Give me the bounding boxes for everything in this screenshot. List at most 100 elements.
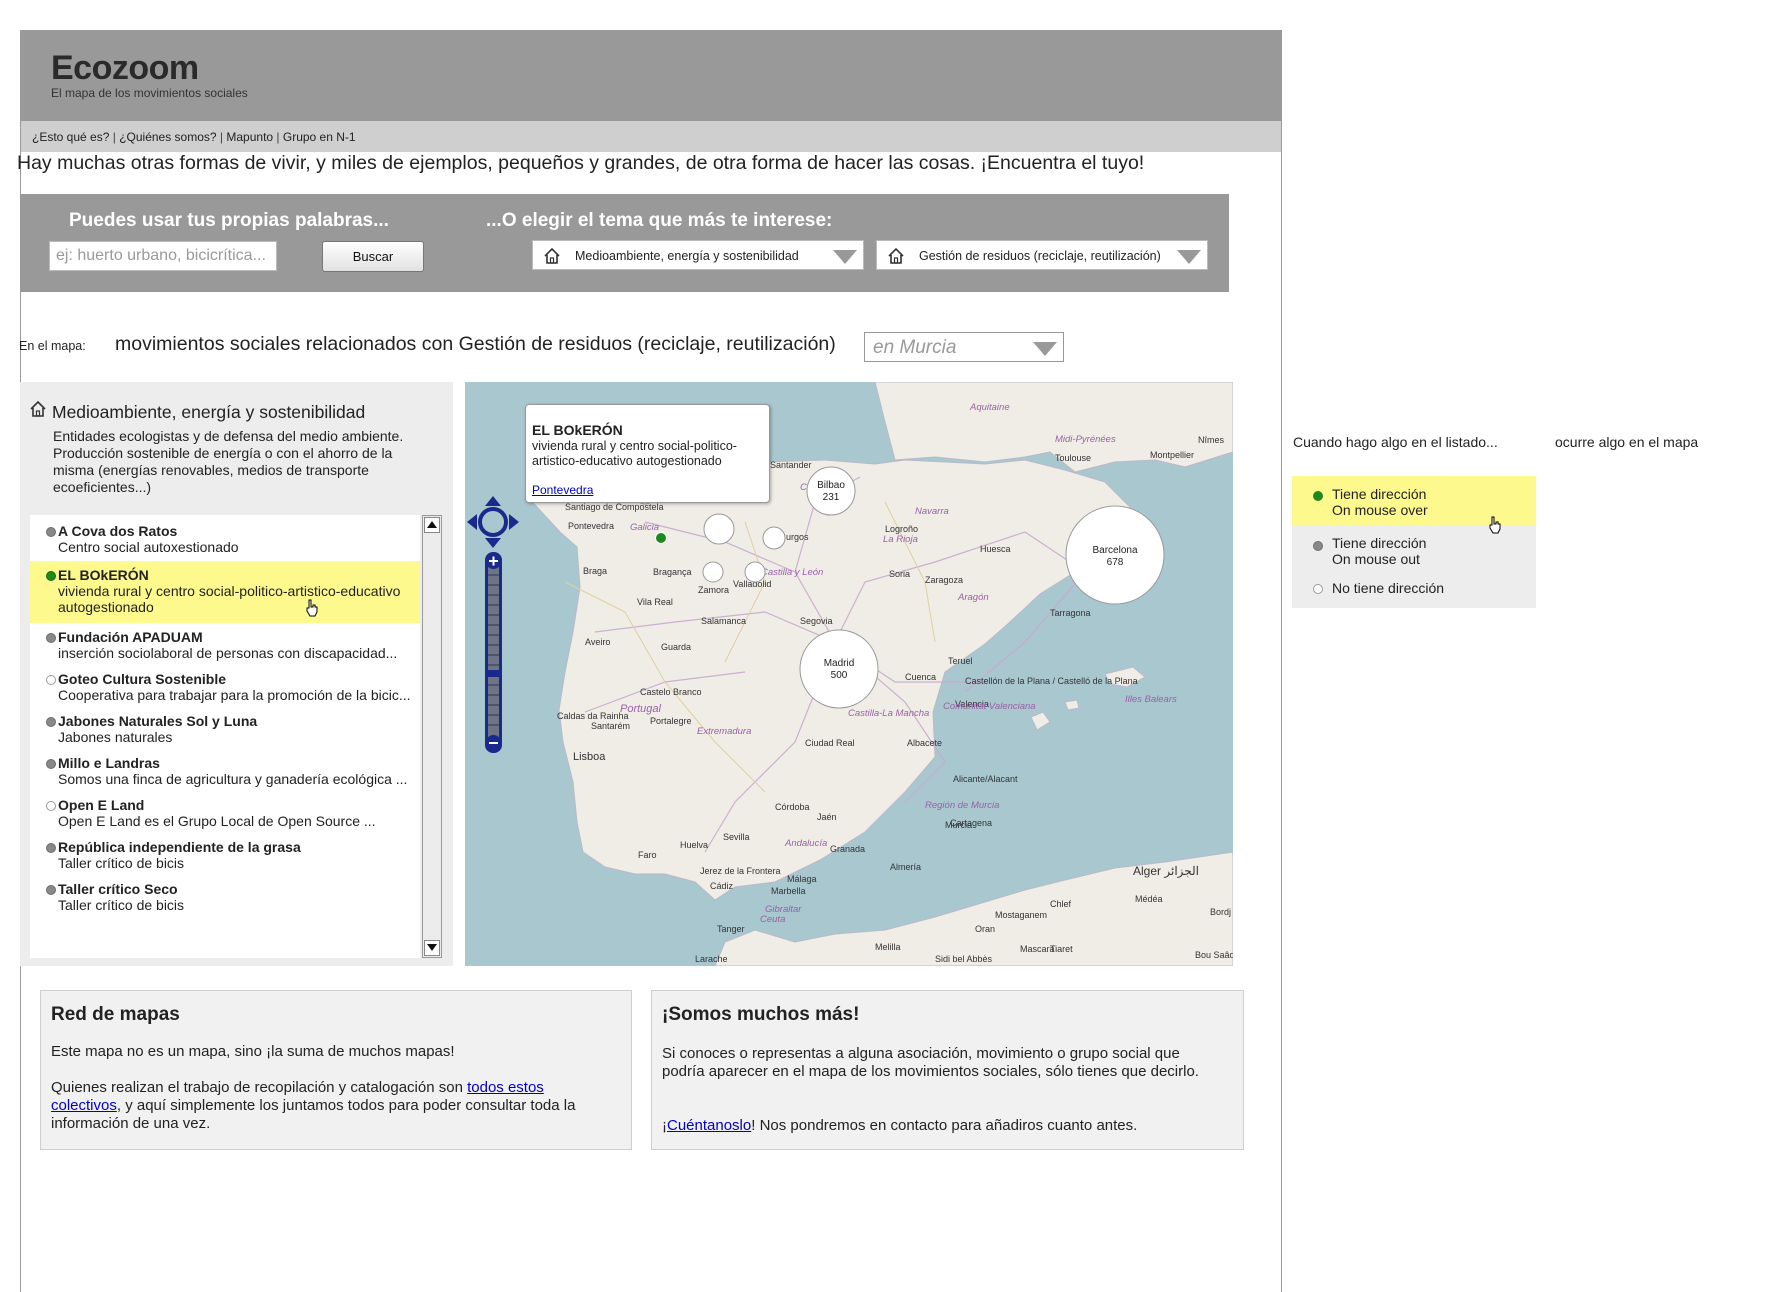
map-label: Pontevedra xyxy=(568,521,614,531)
topic-select-value: Medioambiente, energía y sostenibilidad xyxy=(575,249,799,263)
map-label: Castelo Branco xyxy=(640,687,702,697)
map-label: Lisboa xyxy=(573,751,606,763)
nav-separator: | xyxy=(273,130,283,144)
map-label: Castellón de la Plana / Castelló de la P… xyxy=(965,676,1138,686)
list-item-description: Cooperativa para trabajar para la promoc… xyxy=(58,687,411,703)
join-contact-text: ¡Cuéntanoslo! Nos pondremos en contacto … xyxy=(662,1117,1222,1135)
maps-network-collectives-text: Quienes realizan el trabajo de recopilac… xyxy=(51,1079,611,1133)
list-item[interactable]: Taller crítico Seco Taller crítico de bic… xyxy=(30,875,420,917)
status-dot-grey xyxy=(46,885,56,895)
map-region-label: Illes Balears xyxy=(1125,694,1177,705)
list-item[interactable]: República independiente de la grasa Talle… xyxy=(30,833,420,875)
map-label: Zamora xyxy=(698,585,729,595)
map-marker-cluster[interactable] xyxy=(762,526,786,550)
cluster-name: Madrid xyxy=(824,658,855,669)
home-icon xyxy=(30,400,46,417)
maps-network-title: Red de mapas xyxy=(51,1004,180,1025)
scroll-up-icon[interactable] xyxy=(424,517,440,533)
map-popup: EL BOkERÓN vivienda rural y centro socia… xyxy=(525,404,770,503)
nav-link-what[interactable]: ¿Esto qué es? xyxy=(32,130,109,144)
search-panel: Puedes usar tus propias palabras... ...O… xyxy=(20,194,1229,292)
zoom-slider[interactable] xyxy=(485,552,502,753)
list-item-description: Centro social autoxestionado xyxy=(58,539,239,555)
map-label: Cartagena xyxy=(950,818,992,828)
cluster-count: 500 xyxy=(831,670,848,681)
site-logo[interactable]: Ecozoom xyxy=(51,49,199,88)
legend-panel: Tiene dirección On mouse over Tiene dire… xyxy=(1292,476,1536,608)
list-item-description: vivienda rural y centro social-politico-… xyxy=(58,583,401,615)
map-marker-cluster[interactable] xyxy=(703,513,735,545)
region-select[interactable]: en Murcia xyxy=(864,332,1064,362)
map-label: Cádiz xyxy=(710,881,734,891)
results-panel: Medioambiente, energía y sostenibilidad … xyxy=(20,382,453,966)
map-label: Alger الجزائر xyxy=(1133,864,1199,878)
list-item[interactable]: Millo e Landras Somos una finca de agricu… xyxy=(30,749,420,791)
map-marker-selected[interactable] xyxy=(655,532,667,544)
map-region-label: Navarra xyxy=(915,506,949,517)
map-label: Tanger xyxy=(717,924,745,934)
status-dot-green xyxy=(1313,491,1323,501)
search-button[interactable]: Buscar xyxy=(322,241,424,272)
results-list: A Cova dos Ratos Centro social autoxestio… xyxy=(30,515,420,958)
map-label: Córdoba xyxy=(775,802,810,812)
map-marker-cluster[interactable] xyxy=(744,561,766,583)
map-label: Málaga xyxy=(787,874,817,884)
map-label: Aveiro xyxy=(585,637,610,647)
map-region-label: La Rioja xyxy=(883,534,918,545)
join-box: ¡Somos muchos más! Si conoces o represen… xyxy=(651,990,1244,1150)
nav-links: ¿Esto qué es? | ¿Quiénes somos? | Mapunt… xyxy=(32,130,356,144)
list-item[interactable]: EL BOkERÓN vivienda rural y centro social… xyxy=(30,561,420,623)
scroll-down-icon[interactable] xyxy=(424,940,440,956)
map-region-label: Midi-Pyrénées xyxy=(1055,434,1116,445)
map-label: Bordj Bou xyxy=(1210,907,1233,917)
contact-link[interactable]: Cuéntanoslo xyxy=(667,1117,751,1134)
popup-location-link[interactable]: Pontevedra xyxy=(532,483,593,497)
zoom-handle[interactable] xyxy=(485,670,502,677)
intro-text: Hay muchas otras formas de vivir, y mile… xyxy=(17,152,1145,174)
list-item[interactable]: A Cova dos Ratos Centro social autoxestio… xyxy=(30,515,420,561)
map-label: Tiaret xyxy=(1050,944,1073,954)
status-dot-grey xyxy=(46,759,56,769)
map-marker-cluster[interactable] xyxy=(702,561,724,583)
pan-control-icon[interactable] xyxy=(467,496,519,548)
topic-select[interactable]: Medioambiente, energía y sostenibilidad xyxy=(532,240,864,270)
map-label: Jaén xyxy=(817,812,837,822)
map-label: Santarém xyxy=(591,721,630,731)
cluster-count: 231 xyxy=(823,492,840,503)
legend-question: Cuando hago algo en el listado... xyxy=(1293,434,1498,450)
nav-link-who[interactable]: ¿Quiénes somos? xyxy=(119,130,216,144)
legend-row-noaddress: No tiene dirección xyxy=(1292,572,1536,608)
hand-cursor-icon xyxy=(306,599,318,617)
map-region-label: Portugal xyxy=(620,703,662,715)
list-item-name: Jabones Naturales Sol y Luna xyxy=(58,713,258,729)
search-input[interactable] xyxy=(49,241,277,271)
list-item[interactable]: Fundación APADUAM inserción sociolaboral … xyxy=(30,623,420,665)
map-label: Ciudad Real xyxy=(805,738,855,748)
select-arrow-icon xyxy=(833,250,857,264)
list-item[interactable]: Jabones Naturales Sol y Luna Jabones natu… xyxy=(30,707,420,749)
list-scrollbar[interactable] xyxy=(422,515,442,958)
list-item-description: Jabones naturales xyxy=(58,729,173,745)
list-item-name: República independiente de la grasa xyxy=(58,839,301,855)
list-item-name: A Cova dos Ratos xyxy=(58,523,178,539)
legend-row-hover: Tiene dirección On mouse over xyxy=(1292,476,1536,534)
map-label: Santander xyxy=(770,460,812,470)
map-label: Salamanca xyxy=(701,616,746,626)
subtopic-select[interactable]: Gestión de residuos (reciclaje, reutiliz… xyxy=(876,240,1208,270)
map-region-label: Castilla y León xyxy=(761,567,823,578)
list-item[interactable]: Open E Land Open E Land es el Grupo Local… xyxy=(30,791,420,833)
list-item-description: Open E Land es el Grupo Local de Open So… xyxy=(58,813,376,829)
list-item[interactable]: Goteo Cultura Sostenible Cooperativa para… xyxy=(30,665,420,707)
nav-link-mapunto[interactable]: Mapunto xyxy=(226,130,273,144)
map-cluster-madrid[interactable] xyxy=(799,629,879,709)
map-label: Nîmes xyxy=(1198,435,1225,445)
list-item-description: Taller crítico de bicis xyxy=(58,855,185,871)
list-item-description: Taller crítico de bicis xyxy=(58,897,185,913)
map-label: Logroño xyxy=(885,524,918,534)
map-cluster-bilbao[interactable] xyxy=(806,466,856,516)
select-arrow-icon xyxy=(1033,342,1057,356)
map-label: Marbella xyxy=(771,886,806,896)
map-label: Braga xyxy=(583,566,607,576)
nav-link-group[interactable]: Grupo en N-1 xyxy=(283,130,356,144)
status-dot-grey xyxy=(46,843,56,853)
